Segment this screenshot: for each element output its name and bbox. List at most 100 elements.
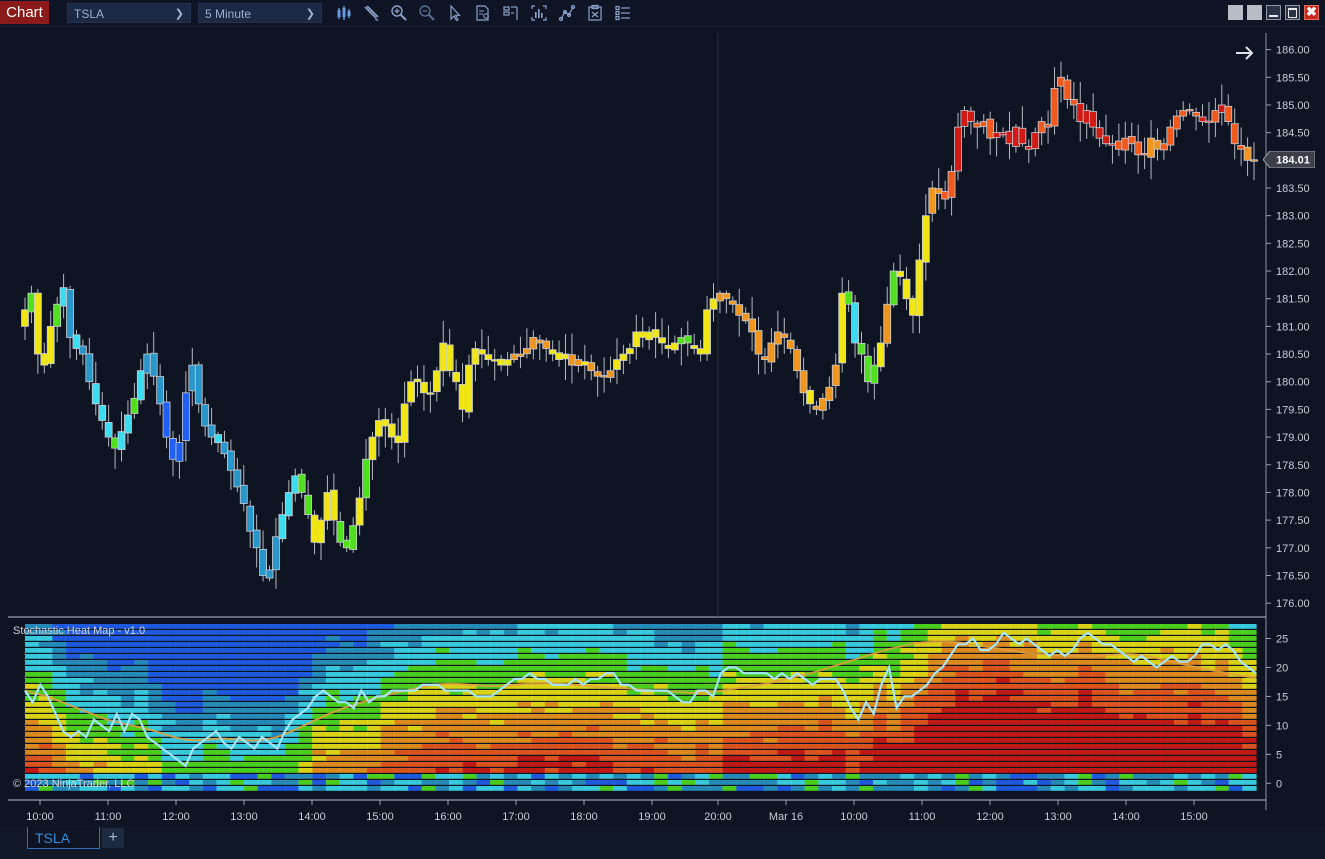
heatmap-cell bbox=[1201, 684, 1216, 689]
heatmap-cell bbox=[1160, 636, 1175, 641]
heatmap-cell bbox=[1050, 726, 1066, 731]
heatmap-cell bbox=[900, 708, 915, 713]
indicators-icon[interactable] bbox=[530, 4, 548, 22]
close-button[interactable]: ✖ bbox=[1304, 5, 1319, 20]
candle-body bbox=[703, 309, 711, 355]
tab-tsla[interactable]: TSLA bbox=[27, 827, 100, 849]
candle-body bbox=[375, 420, 383, 437]
heatmap-cell bbox=[230, 720, 245, 725]
heatmap-cell bbox=[1105, 660, 1120, 665]
chart-panel[interactable]: 186.00185.50185.00184.50184.00183.50183.… bbox=[2, 28, 1325, 828]
heatmap-cell bbox=[339, 786, 354, 791]
bar-type-icon[interactable] bbox=[335, 4, 353, 22]
price-tick-label: 178.50 bbox=[1276, 460, 1310, 472]
heatmap-cell bbox=[900, 756, 915, 761]
heatmap-cell bbox=[66, 750, 81, 755]
pointer-icon[interactable] bbox=[446, 4, 464, 22]
heatmap-cell bbox=[667, 720, 683, 725]
heatmap-cell bbox=[394, 630, 409, 635]
price-tick-label: 183.00 bbox=[1276, 211, 1310, 223]
heatmap-cell bbox=[708, 774, 724, 779]
heatmap-cell bbox=[490, 756, 505, 761]
properties-list-icon[interactable] bbox=[614, 4, 632, 22]
heatmap-cell bbox=[900, 780, 915, 785]
zoom-out-icon[interactable] bbox=[418, 4, 436, 22]
add-tab-button[interactable]: + bbox=[102, 828, 124, 848]
heatmap-cell bbox=[531, 726, 546, 731]
heatmap-cell bbox=[818, 732, 833, 737]
heatmap-cell bbox=[1119, 690, 1134, 695]
zoom-in-icon[interactable] bbox=[390, 4, 408, 22]
heatmap-cell bbox=[421, 774, 436, 779]
heatmap-cell bbox=[189, 774, 204, 779]
heatmap-cell bbox=[66, 714, 81, 719]
instrument-selector[interactable]: TSLA ❯ bbox=[67, 3, 191, 23]
interval-selector[interactable]: 5 Minute ❯ bbox=[198, 3, 322, 23]
chart-menu-button[interactable]: Chart bbox=[0, 1, 49, 24]
heatmap-cell bbox=[1050, 714, 1066, 719]
price-tick-label: 177.00 bbox=[1276, 543, 1310, 555]
heatmap-cell bbox=[284, 750, 300, 755]
heatmap-cell bbox=[722, 630, 737, 635]
candle-body bbox=[149, 352, 158, 377]
link-button-1[interactable] bbox=[1228, 5, 1243, 20]
heatmap-cell bbox=[52, 678, 67, 683]
heatmap-cell bbox=[1201, 654, 1216, 659]
heatmap-cell bbox=[120, 702, 136, 707]
heatmap-cell bbox=[339, 744, 354, 749]
heatmap-cell bbox=[1201, 780, 1216, 785]
heatmap-cell bbox=[681, 750, 696, 755]
heatmap-cell bbox=[544, 744, 560, 749]
heatmap-cell bbox=[120, 762, 136, 767]
heatmap-cell bbox=[927, 780, 943, 785]
heatmap-cell bbox=[927, 750, 943, 755]
heatmap-cell bbox=[996, 750, 1011, 755]
heatmap-cell bbox=[667, 708, 683, 713]
heatmap-cell bbox=[394, 714, 409, 719]
heatmap-cell bbox=[804, 756, 819, 761]
heatmap-cell bbox=[353, 624, 368, 629]
maximize-button[interactable] bbox=[1285, 5, 1300, 20]
templates-icon[interactable] bbox=[586, 4, 604, 22]
heatmap-cell bbox=[394, 624, 409, 629]
heatmap-cell bbox=[544, 786, 560, 791]
heatmap-cell bbox=[1023, 624, 1038, 629]
heatmap-cell bbox=[325, 636, 341, 641]
chart-canvas[interactable]: 186.00185.50185.00184.50184.00183.50183.… bbox=[2, 28, 1325, 828]
link-button-2[interactable] bbox=[1247, 5, 1262, 20]
heatmap-cell bbox=[66, 642, 81, 647]
minimize-button[interactable] bbox=[1266, 5, 1281, 20]
heatmap-cell bbox=[462, 744, 477, 749]
strategies-icon[interactable] bbox=[558, 4, 576, 22]
heatmap-cell bbox=[271, 780, 286, 785]
data-box-icon[interactable] bbox=[474, 4, 492, 22]
heatmap-cell bbox=[325, 684, 341, 689]
heatmap-cell bbox=[52, 738, 67, 743]
heatmap-cell bbox=[708, 732, 724, 737]
heatmap-cell bbox=[407, 648, 423, 653]
heatmap-cell bbox=[175, 666, 190, 671]
heatmap-cell bbox=[462, 780, 477, 785]
heatmap-cell bbox=[1064, 780, 1079, 785]
heatmap-cell bbox=[1201, 624, 1216, 629]
heatmap-cell bbox=[599, 780, 614, 785]
heatmap-cell bbox=[804, 750, 819, 755]
heatmap-cell bbox=[708, 624, 724, 629]
heatmap-cell bbox=[1173, 708, 1189, 713]
chart-trader-icon[interactable] bbox=[502, 4, 520, 22]
heatmap-cell bbox=[353, 768, 368, 773]
heatmap-cell bbox=[831, 762, 847, 767]
heatmap-cell bbox=[271, 768, 286, 773]
heatmap-cell bbox=[640, 726, 655, 731]
heatmap-cell bbox=[1050, 756, 1066, 761]
candle-body bbox=[246, 505, 255, 532]
heatmap-cell bbox=[982, 696, 997, 701]
heatmap-cell bbox=[175, 696, 190, 701]
heatmap-cell bbox=[1146, 648, 1161, 653]
pencil-draw-icon[interactable] bbox=[362, 4, 380, 22]
heatmap-cell bbox=[640, 732, 655, 737]
heatmap-cell bbox=[1160, 702, 1175, 707]
heatmap-cell bbox=[476, 768, 491, 773]
heatmap-cell bbox=[271, 702, 286, 707]
heatmap-cell bbox=[831, 672, 847, 677]
